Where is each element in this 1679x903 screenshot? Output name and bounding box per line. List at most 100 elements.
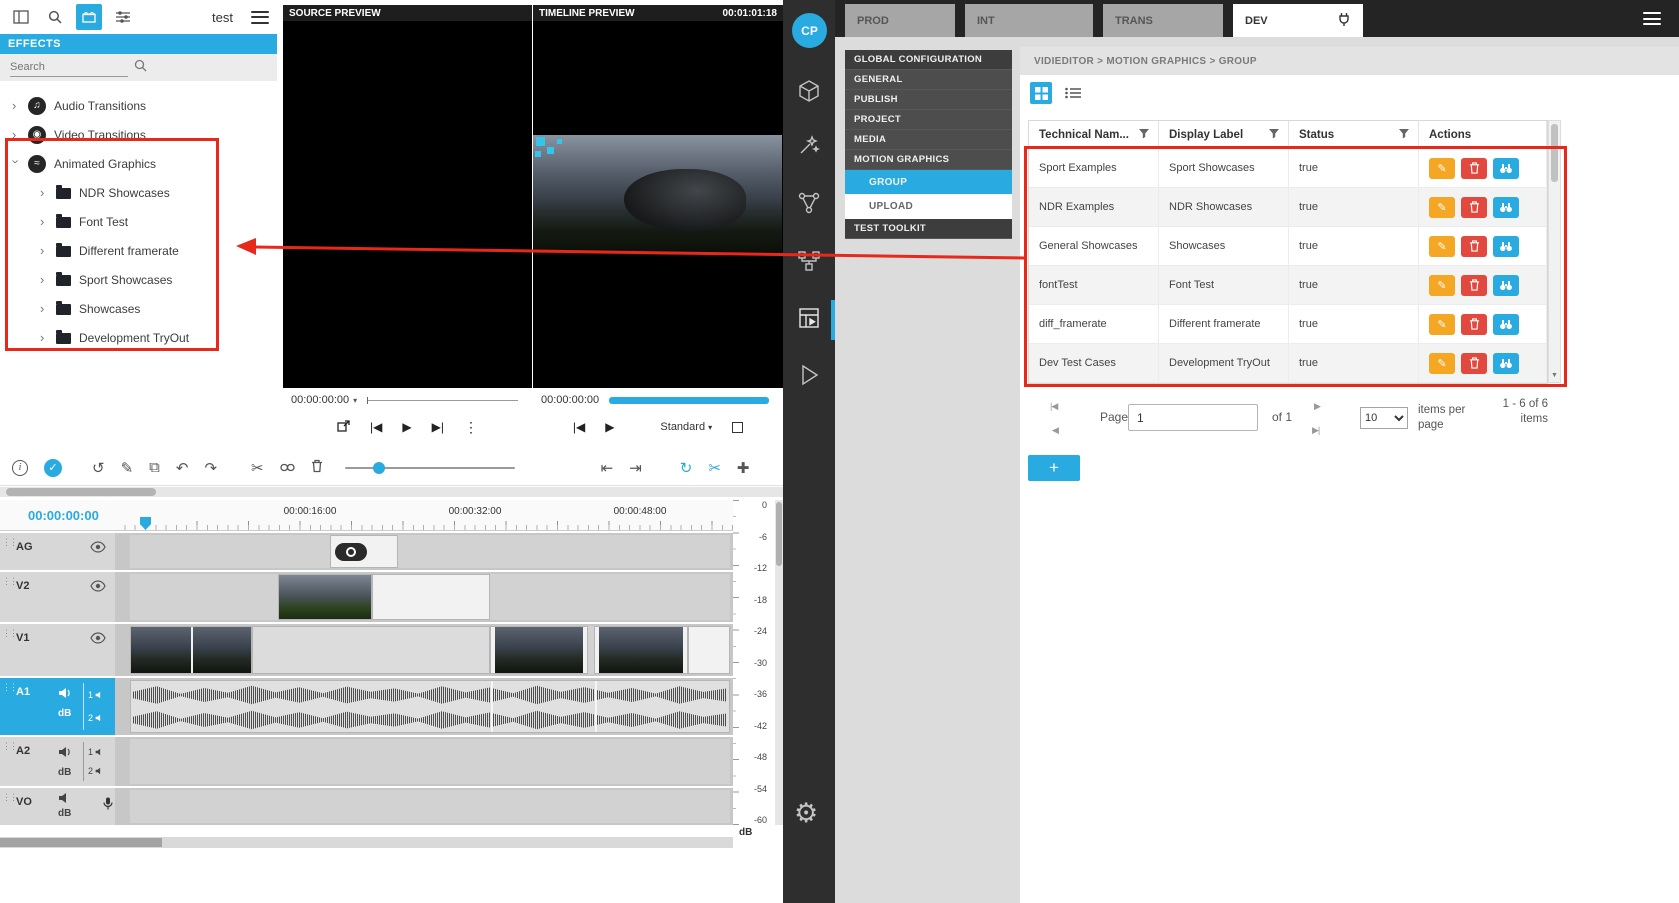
search-icon[interactable]	[134, 59, 147, 77]
preview-button[interactable]	[1493, 353, 1519, 374]
edit-button[interactable]: ✎	[1429, 353, 1455, 374]
preview-button[interactable]	[1493, 158, 1519, 179]
prev-page-button[interactable]: ◀	[1052, 425, 1058, 436]
db-label[interactable]: dB	[58, 708, 71, 719]
play-icon[interactable]: ▶	[605, 421, 614, 433]
nav-test-toolkit[interactable]: TEST TOOLKIT	[845, 219, 1012, 239]
effects-wand-icon[interactable]	[796, 132, 822, 158]
next-page-button[interactable]: ▶	[1314, 401, 1320, 412]
track-lane-vo[interactable]	[115, 788, 733, 825]
motion-graphics-config-icon[interactable]	[796, 305, 822, 331]
video-clip[interactable]	[688, 626, 730, 674]
timeline-bottom-scrollbar[interactable]	[0, 837, 733, 848]
cut-icon[interactable]: ✂	[251, 459, 264, 477]
video-clip[interactable]	[278, 574, 372, 620]
track-lane-v2[interactable]	[115, 572, 733, 622]
zoom-slider-knob[interactable]	[373, 462, 385, 474]
tree-item-different-framerate[interactable]: › Different framerate	[0, 236, 277, 265]
column-header-technical-name[interactable]: Technical Nam...	[1029, 121, 1159, 148]
jump-prev-edit-icon[interactable]: ⇤	[601, 459, 614, 477]
unlink-icon[interactable]	[280, 459, 295, 476]
drag-handle-icon[interactable]: ⋮⋮	[2, 537, 16, 548]
delete-button[interactable]	[1461, 314, 1487, 335]
scrollbar-thumb[interactable]	[6, 488, 156, 496]
edit-button[interactable]: ✎	[1429, 158, 1455, 179]
track-lane-ag[interactable]	[115, 533, 733, 570]
editor-menu-icon[interactable]	[251, 11, 269, 24]
tree-item-development-tryout[interactable]: › Development TryOut	[0, 323, 277, 352]
tree-item-font-test[interactable]: › Font Test	[0, 207, 277, 236]
source-scrubber[interactable]	[367, 400, 518, 401]
filter-icon[interactable]	[1138, 128, 1150, 142]
drag-handle-icon[interactable]: ⋮⋮	[2, 628, 16, 639]
tab-dev[interactable]: DEV	[1233, 4, 1363, 37]
delete-clip-icon[interactable]	[311, 459, 323, 477]
track-lane-a2[interactable]	[115, 737, 733, 786]
preview-button[interactable]	[1493, 197, 1519, 218]
nav-publish[interactable]: PUBLISH	[845, 90, 1012, 110]
edit-button[interactable]: ✎	[1429, 314, 1455, 335]
tree-group-video-transitions[interactable]: › ◉ Video Transitions	[0, 120, 277, 149]
track-lane-v1[interactable]	[115, 624, 733, 676]
filter-icon[interactable]	[1398, 128, 1410, 142]
speaker-icon[interactable]	[95, 691, 104, 699]
items-per-page-select[interactable]: 10	[1360, 407, 1408, 429]
chevron-right-icon[interactable]: ›	[40, 330, 48, 345]
speaker-icon[interactable]	[95, 767, 104, 775]
eye-icon[interactable]	[90, 580, 106, 595]
table-row[interactable]: General Showcases Showcases true ✎	[1029, 227, 1547, 266]
history-icon[interactable]: ↺	[92, 459, 105, 477]
preview-button[interactable]	[1493, 314, 1519, 335]
speaker-icon[interactable]	[95, 748, 104, 756]
play-icon[interactable]: ▶	[402, 421, 411, 433]
check-icon[interactable]: ✓	[44, 459, 62, 477]
chevron-right-icon[interactable]: ›	[12, 98, 20, 113]
drag-handle-icon[interactable]: ⋮⋮	[2, 576, 16, 587]
fullscreen-icon[interactable]	[732, 422, 743, 433]
quality-select[interactable]: Standard ▾	[660, 421, 712, 433]
drag-handle-icon[interactable]: ⋮⋮	[2, 682, 16, 693]
chevron-down-icon[interactable]: ›	[9, 160, 24, 168]
speaker-icon[interactable]	[58, 687, 72, 702]
split-view-icon[interactable]: ⧉	[149, 459, 160, 476]
delete-button[interactable]	[1461, 236, 1487, 257]
page-number-input[interactable]	[1128, 404, 1258, 431]
column-header-display-label[interactable]: Display Label	[1159, 121, 1289, 148]
track-header-a1[interactable]: ⋮⋮ A1 dB 1 2	[0, 678, 115, 735]
track-header-vo[interactable]: ⋮⋮ VO dB	[0, 788, 115, 825]
table-row[interactable]: Sport Examples Sport Showcases true ✎	[1029, 149, 1547, 188]
workflow-icon[interactable]	[796, 190, 822, 216]
pipeline-icon[interactable]	[796, 248, 822, 274]
skip-start-icon[interactable]: |◀	[573, 421, 585, 433]
scrollbar-thumb[interactable]	[1551, 124, 1558, 182]
media-bin-icon[interactable]	[76, 4, 102, 30]
more-options-icon[interactable]: ⋮	[464, 420, 478, 434]
preview-button[interactable]	[1493, 275, 1519, 296]
player-test-icon[interactable]	[796, 362, 822, 388]
grid-view-button[interactable]	[1030, 82, 1052, 104]
tree-item-ndr-showcases[interactable]: › NDR Showcases	[0, 178, 277, 207]
tree-item-showcases[interactable]: › Showcases	[0, 294, 277, 323]
delete-button[interactable]	[1461, 353, 1487, 374]
chevron-right-icon[interactable]: ›	[40, 272, 48, 287]
track-header-v2[interactable]: ⋮⋮ V2	[0, 572, 115, 622]
chevron-right-icon[interactable]: ›	[40, 301, 48, 316]
preview-button[interactable]	[1493, 236, 1519, 257]
chevron-right-icon[interactable]: ›	[40, 214, 48, 229]
db-label[interactable]: dB	[58, 767, 71, 778]
nav-general[interactable]: GENERAL	[845, 70, 1012, 90]
db-label[interactable]: dB	[58, 808, 71, 819]
table-row[interactable]: Dev Test Cases Development TryOut true ✎	[1029, 344, 1547, 383]
filter-icon[interactable]	[1268, 128, 1280, 142]
delete-button[interactable]	[1461, 197, 1487, 218]
chevron-right-icon[interactable]: ›	[40, 243, 48, 258]
list-view-button[interactable]	[1062, 82, 1084, 104]
scroll-down-arrow[interactable]: ▼	[1549, 369, 1560, 382]
microphone-icon[interactable]	[102, 796, 114, 814]
last-page-button[interactable]: ▶|	[1312, 425, 1319, 436]
chevron-right-icon[interactable]: ›	[40, 185, 48, 200]
speaker-icon[interactable]	[95, 714, 104, 722]
timeline-ruler[interactable]: 00:00:00:00 00:00:16:00 00:00:32:00 00:0…	[0, 500, 733, 531]
animated-graphic-clip[interactable]	[330, 535, 398, 568]
settings-gear-icon[interactable]: ⚙	[794, 798, 818, 829]
